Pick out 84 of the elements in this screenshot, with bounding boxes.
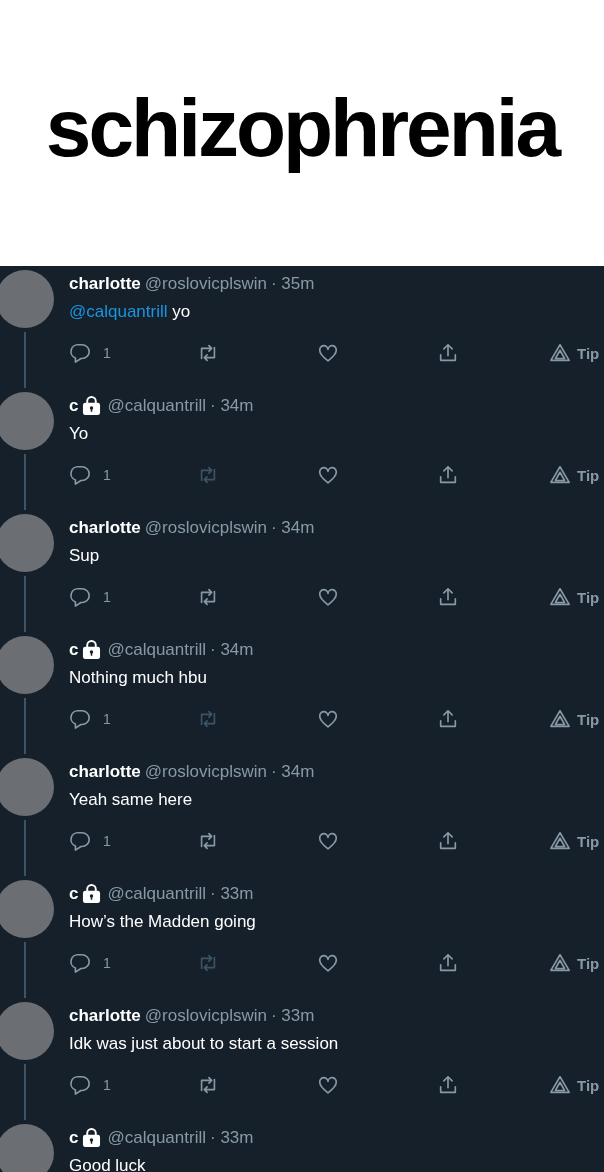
avatar[interactable] xyxy=(0,1124,54,1172)
timestamp[interactable]: · 33m xyxy=(210,884,254,904)
username[interactable]: @calquantrill xyxy=(107,1128,206,1148)
triangle-icon xyxy=(549,464,571,486)
triangle-icon xyxy=(549,830,571,852)
tip-button[interactable]: Tip xyxy=(549,830,600,852)
speech-bubble-icon xyxy=(69,952,91,974)
tip-button[interactable]: Tip xyxy=(549,464,600,486)
avatar[interactable] xyxy=(0,1002,54,1060)
heart-icon[interactable] xyxy=(317,830,339,852)
share-icon[interactable] xyxy=(437,708,459,730)
share-icon[interactable] xyxy=(437,952,459,974)
reply-button[interactable]: 1 xyxy=(69,464,111,486)
avatar[interactable] xyxy=(0,514,54,572)
heart-icon[interactable] xyxy=(317,1074,339,1096)
triangle-icon xyxy=(549,708,571,730)
tip-button[interactable]: Tip xyxy=(549,342,600,364)
speech-bubble-icon xyxy=(69,708,91,730)
heart-icon[interactable] xyxy=(317,342,339,364)
avatar[interactable] xyxy=(0,270,54,328)
triangle-icon xyxy=(549,342,571,364)
mention-link[interactable]: @calquantrill xyxy=(69,302,168,321)
display-name[interactable]: charlotte xyxy=(69,1006,141,1026)
tweet-text: Yo xyxy=(69,424,90,444)
avatar[interactable] xyxy=(0,880,54,938)
tweet-text: Sup xyxy=(69,546,101,566)
timestamp[interactable]: · 34m xyxy=(210,396,254,416)
display-name[interactable]: charlotte xyxy=(69,518,141,538)
reply-button[interactable]: 1 xyxy=(69,342,111,364)
heart-icon[interactable] xyxy=(317,586,339,608)
timestamp[interactable]: · 34m xyxy=(270,518,315,538)
username[interactable]: @calquantrill xyxy=(107,640,206,660)
username[interactable]: @roslovicplswin xyxy=(144,274,267,294)
username[interactable]: @roslovicplswin xyxy=(144,1006,267,1026)
display-name[interactable]: charlotte xyxy=(69,274,141,294)
username[interactable]: @roslovicplswin xyxy=(144,518,267,538)
meme-caption: schizophrenia xyxy=(45,87,559,175)
tip-button[interactable]: Tip xyxy=(549,1074,600,1096)
tweet-text: Idk was just about to start a session xyxy=(69,1034,340,1054)
display-name[interactable]: c xyxy=(69,1128,79,1148)
triangle-icon xyxy=(549,952,571,974)
speech-bubble-icon xyxy=(69,1074,91,1096)
tip-button[interactable]: Tip xyxy=(549,586,600,608)
reply-button[interactable]: 1 xyxy=(69,708,111,730)
avatar[interactable] xyxy=(0,636,54,694)
tweet-text: Good luck xyxy=(69,1156,147,1172)
tweet-text: Nothing much hbu xyxy=(69,668,208,688)
timestamp[interactable]: · 34m xyxy=(270,762,315,782)
speech-bubble-icon xyxy=(69,830,91,852)
share-icon[interactable] xyxy=(437,1074,459,1096)
triangle-icon xyxy=(549,586,571,608)
triangle-icon xyxy=(549,1074,571,1096)
reply-button[interactable]: 1 xyxy=(69,1074,111,1096)
timestamp[interactable]: · 34m xyxy=(210,640,254,660)
username[interactable]: @calquantrill xyxy=(107,396,206,416)
speech-bubble-icon xyxy=(69,342,91,364)
tweet-text: @calquantrill yo xyxy=(69,302,192,322)
username[interactable]: @roslovicplswin xyxy=(144,762,267,782)
display-name[interactable]: c xyxy=(69,396,79,416)
share-icon[interactable] xyxy=(437,464,459,486)
avatar[interactable] xyxy=(0,758,54,816)
heart-icon[interactable] xyxy=(317,952,339,974)
share-icon[interactable] xyxy=(437,830,459,852)
tip-button[interactable]: Tip xyxy=(549,708,600,730)
tip-button[interactable]: Tip xyxy=(549,952,600,974)
tweet-text: How’s the Madden going xyxy=(69,912,257,932)
reply-button[interactable]: 1 xyxy=(69,586,111,608)
timestamp[interactable]: · 35m xyxy=(270,274,315,294)
display-name[interactable]: c xyxy=(69,884,79,904)
speech-bubble-icon xyxy=(69,464,91,486)
display-name[interactable]: c xyxy=(69,640,79,660)
reply-button[interactable]: 1 xyxy=(69,952,111,974)
tweet-text: Yeah same here xyxy=(69,790,194,810)
avatar[interactable] xyxy=(0,392,54,450)
reply-button[interactable]: 1 xyxy=(69,830,111,852)
heart-icon[interactable] xyxy=(317,708,339,730)
timestamp[interactable]: · 33m xyxy=(210,1128,254,1148)
display-name[interactable]: charlotte xyxy=(69,762,141,782)
timestamp[interactable]: · 33m xyxy=(270,1006,315,1026)
username[interactable]: @calquantrill xyxy=(107,884,206,904)
speech-bubble-icon xyxy=(69,586,91,608)
share-icon[interactable] xyxy=(437,586,459,608)
heart-icon[interactable] xyxy=(317,464,339,486)
share-icon[interactable] xyxy=(437,342,459,364)
